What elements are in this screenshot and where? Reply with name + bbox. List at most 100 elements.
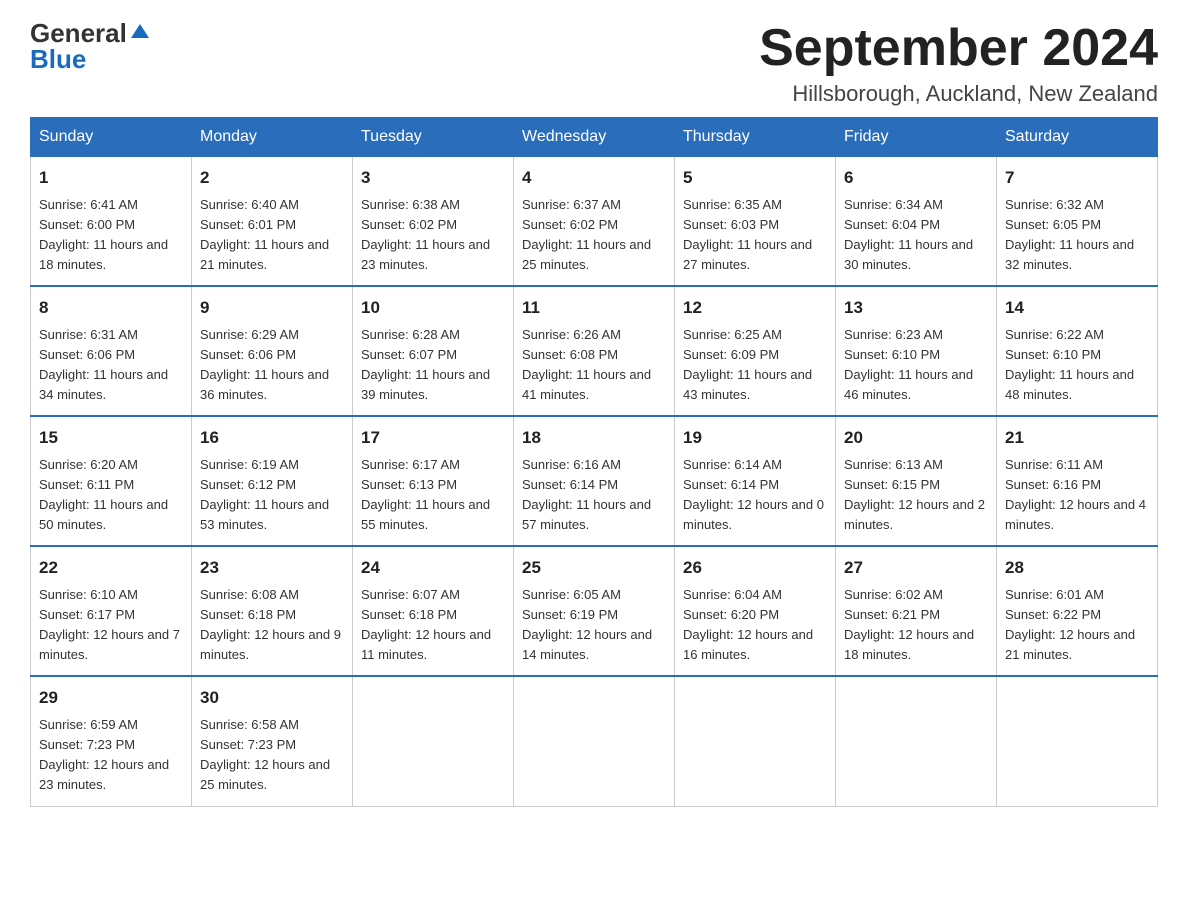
day-info: Sunrise: 6:13 AMSunset: 6:15 PMDaylight:… bbox=[844, 457, 985, 532]
calendar-day-cell: 11 Sunrise: 6:26 AMSunset: 6:08 PMDaylig… bbox=[514, 286, 675, 416]
calendar-week-row: 8 Sunrise: 6:31 AMSunset: 6:06 PMDayligh… bbox=[31, 286, 1158, 416]
day-number: 28 bbox=[1005, 555, 1149, 581]
day-number: 7 bbox=[1005, 165, 1149, 191]
day-info: Sunrise: 6:04 AMSunset: 6:20 PMDaylight:… bbox=[683, 587, 813, 662]
calendar-day-cell: 25 Sunrise: 6:05 AMSunset: 6:19 PMDaylig… bbox=[514, 546, 675, 676]
calendar-day-cell: 20 Sunrise: 6:13 AMSunset: 6:15 PMDaylig… bbox=[836, 416, 997, 546]
calendar-day-cell: 18 Sunrise: 6:16 AMSunset: 6:14 PMDaylig… bbox=[514, 416, 675, 546]
logo-blue: Blue bbox=[30, 46, 86, 72]
calendar-day-cell bbox=[514, 676, 675, 806]
day-number: 18 bbox=[522, 425, 666, 451]
day-info: Sunrise: 6:01 AMSunset: 6:22 PMDaylight:… bbox=[1005, 587, 1135, 662]
day-info: Sunrise: 6:02 AMSunset: 6:21 PMDaylight:… bbox=[844, 587, 974, 662]
day-number: 14 bbox=[1005, 295, 1149, 321]
day-number: 9 bbox=[200, 295, 344, 321]
day-info: Sunrise: 6:20 AMSunset: 6:11 PMDaylight:… bbox=[39, 457, 168, 532]
day-number: 20 bbox=[844, 425, 988, 451]
day-info: Sunrise: 6:10 AMSunset: 6:17 PMDaylight:… bbox=[39, 587, 180, 662]
day-number: 3 bbox=[361, 165, 505, 191]
calendar-week-row: 1 Sunrise: 6:41 AMSunset: 6:00 PMDayligh… bbox=[31, 157, 1158, 287]
day-number: 25 bbox=[522, 555, 666, 581]
title-section: September 2024 Hillsborough, Auckland, N… bbox=[759, 20, 1158, 107]
day-number: 16 bbox=[200, 425, 344, 451]
day-info: Sunrise: 6:37 AMSunset: 6:02 PMDaylight:… bbox=[522, 197, 651, 272]
day-info: Sunrise: 6:32 AMSunset: 6:05 PMDaylight:… bbox=[1005, 197, 1134, 272]
logo: General Blue bbox=[30, 20, 151, 72]
day-number: 23 bbox=[200, 555, 344, 581]
calendar-day-cell: 6 Sunrise: 6:34 AMSunset: 6:04 PMDayligh… bbox=[836, 157, 997, 287]
calendar-day-cell: 28 Sunrise: 6:01 AMSunset: 6:22 PMDaylig… bbox=[997, 546, 1158, 676]
calendar-day-cell: 4 Sunrise: 6:37 AMSunset: 6:02 PMDayligh… bbox=[514, 157, 675, 287]
day-number: 22 bbox=[39, 555, 183, 581]
day-number: 24 bbox=[361, 555, 505, 581]
day-number: 29 bbox=[39, 685, 183, 711]
day-info: Sunrise: 6:28 AMSunset: 6:07 PMDaylight:… bbox=[361, 327, 490, 402]
calendar-day-cell: 2 Sunrise: 6:40 AMSunset: 6:01 PMDayligh… bbox=[192, 157, 353, 287]
day-info: Sunrise: 6:23 AMSunset: 6:10 PMDaylight:… bbox=[844, 327, 973, 402]
calendar-day-cell: 15 Sunrise: 6:20 AMSunset: 6:11 PMDaylig… bbox=[31, 416, 192, 546]
day-info: Sunrise: 6:58 AMSunset: 7:23 PMDaylight:… bbox=[200, 717, 330, 792]
calendar-day-cell: 8 Sunrise: 6:31 AMSunset: 6:06 PMDayligh… bbox=[31, 286, 192, 416]
day-number: 2 bbox=[200, 165, 344, 191]
day-number: 17 bbox=[361, 425, 505, 451]
header-monday: Monday bbox=[192, 118, 353, 157]
day-number: 5 bbox=[683, 165, 827, 191]
day-number: 19 bbox=[683, 425, 827, 451]
calendar-week-row: 22 Sunrise: 6:10 AMSunset: 6:17 PMDaylig… bbox=[31, 546, 1158, 676]
calendar-day-cell: 17 Sunrise: 6:17 AMSunset: 6:13 PMDaylig… bbox=[353, 416, 514, 546]
day-info: Sunrise: 6:11 AMSunset: 6:16 PMDaylight:… bbox=[1005, 457, 1146, 532]
day-number: 15 bbox=[39, 425, 183, 451]
calendar-day-cell: 12 Sunrise: 6:25 AMSunset: 6:09 PMDaylig… bbox=[675, 286, 836, 416]
calendar-day-cell: 22 Sunrise: 6:10 AMSunset: 6:17 PMDaylig… bbox=[31, 546, 192, 676]
day-number: 11 bbox=[522, 295, 666, 321]
logo-triangle-icon bbox=[129, 20, 151, 42]
calendar-day-cell: 23 Sunrise: 6:08 AMSunset: 6:18 PMDaylig… bbox=[192, 546, 353, 676]
day-info: Sunrise: 6:35 AMSunset: 6:03 PMDaylight:… bbox=[683, 197, 812, 272]
page-header: General Blue September 2024 Hillsborough… bbox=[30, 20, 1158, 107]
calendar-day-cell: 24 Sunrise: 6:07 AMSunset: 6:18 PMDaylig… bbox=[353, 546, 514, 676]
calendar-day-cell: 1 Sunrise: 6:41 AMSunset: 6:00 PMDayligh… bbox=[31, 157, 192, 287]
calendar-table: SundayMondayTuesdayWednesdayThursdayFrid… bbox=[30, 117, 1158, 806]
day-number: 30 bbox=[200, 685, 344, 711]
header-tuesday: Tuesday bbox=[353, 118, 514, 157]
day-number: 12 bbox=[683, 295, 827, 321]
day-info: Sunrise: 6:29 AMSunset: 6:06 PMDaylight:… bbox=[200, 327, 329, 402]
calendar-week-row: 29 Sunrise: 6:59 AMSunset: 7:23 PMDaylig… bbox=[31, 676, 1158, 806]
day-info: Sunrise: 6:22 AMSunset: 6:10 PMDaylight:… bbox=[1005, 327, 1134, 402]
day-number: 21 bbox=[1005, 425, 1149, 451]
day-info: Sunrise: 6:26 AMSunset: 6:08 PMDaylight:… bbox=[522, 327, 651, 402]
day-info: Sunrise: 6:38 AMSunset: 6:02 PMDaylight:… bbox=[361, 197, 490, 272]
header-sunday: Sunday bbox=[31, 118, 192, 157]
calendar-day-cell: 5 Sunrise: 6:35 AMSunset: 6:03 PMDayligh… bbox=[675, 157, 836, 287]
calendar-day-cell: 16 Sunrise: 6:19 AMSunset: 6:12 PMDaylig… bbox=[192, 416, 353, 546]
day-number: 4 bbox=[522, 165, 666, 191]
day-info: Sunrise: 6:34 AMSunset: 6:04 PMDaylight:… bbox=[844, 197, 973, 272]
calendar-header-row: SundayMondayTuesdayWednesdayThursdayFrid… bbox=[31, 118, 1158, 157]
header-friday: Friday bbox=[836, 118, 997, 157]
calendar-day-cell: 7 Sunrise: 6:32 AMSunset: 6:05 PMDayligh… bbox=[997, 157, 1158, 287]
day-info: Sunrise: 6:16 AMSunset: 6:14 PMDaylight:… bbox=[522, 457, 651, 532]
calendar-day-cell: 27 Sunrise: 6:02 AMSunset: 6:21 PMDaylig… bbox=[836, 546, 997, 676]
calendar-day-cell: 3 Sunrise: 6:38 AMSunset: 6:02 PMDayligh… bbox=[353, 157, 514, 287]
header-saturday: Saturday bbox=[997, 118, 1158, 157]
calendar-day-cell bbox=[836, 676, 997, 806]
calendar-day-cell bbox=[997, 676, 1158, 806]
header-wednesday: Wednesday bbox=[514, 118, 675, 157]
calendar-day-cell: 26 Sunrise: 6:04 AMSunset: 6:20 PMDaylig… bbox=[675, 546, 836, 676]
day-number: 10 bbox=[361, 295, 505, 321]
day-info: Sunrise: 6:05 AMSunset: 6:19 PMDaylight:… bbox=[522, 587, 652, 662]
day-info: Sunrise: 6:17 AMSunset: 6:13 PMDaylight:… bbox=[361, 457, 490, 532]
day-info: Sunrise: 6:08 AMSunset: 6:18 PMDaylight:… bbox=[200, 587, 341, 662]
day-info: Sunrise: 6:40 AMSunset: 6:01 PMDaylight:… bbox=[200, 197, 329, 272]
calendar-day-cell bbox=[675, 676, 836, 806]
calendar-day-cell: 9 Sunrise: 6:29 AMSunset: 6:06 PMDayligh… bbox=[192, 286, 353, 416]
calendar-day-cell: 10 Sunrise: 6:28 AMSunset: 6:07 PMDaylig… bbox=[353, 286, 514, 416]
calendar-title: September 2024 bbox=[759, 20, 1158, 77]
day-info: Sunrise: 6:41 AMSunset: 6:00 PMDaylight:… bbox=[39, 197, 168, 272]
day-number: 8 bbox=[39, 295, 183, 321]
header-thursday: Thursday bbox=[675, 118, 836, 157]
logo-general: General bbox=[30, 20, 127, 46]
calendar-day-cell: 30 Sunrise: 6:58 AMSunset: 7:23 PMDaylig… bbox=[192, 676, 353, 806]
calendar-day-cell: 14 Sunrise: 6:22 AMSunset: 6:10 PMDaylig… bbox=[997, 286, 1158, 416]
calendar-day-cell: 29 Sunrise: 6:59 AMSunset: 7:23 PMDaylig… bbox=[31, 676, 192, 806]
